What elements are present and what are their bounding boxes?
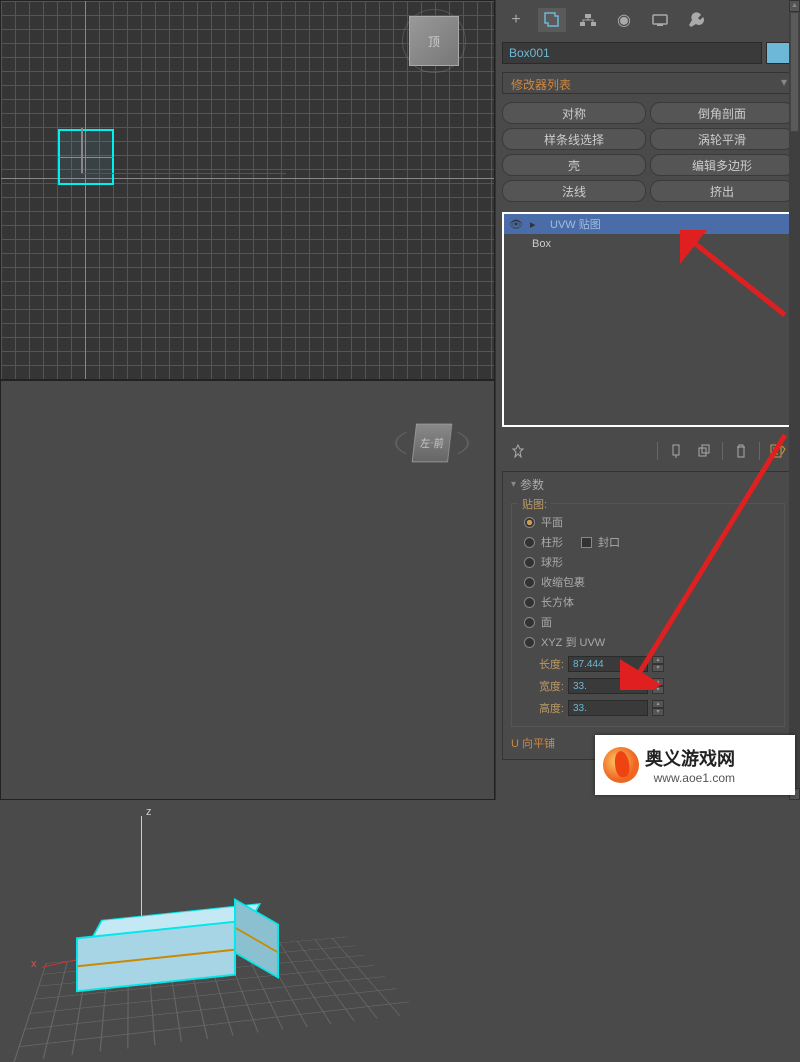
tab-display-icon[interactable] [646,8,674,32]
visibility-toggle-icon[interactable]: 👁 [508,218,524,231]
selected-box-3d[interactable] [76,921,256,1011]
expand-arrow-icon[interactable]: ▸ [530,218,540,231]
preset-symmetry[interactable]: 对称 [502,102,646,124]
tab-modify-icon[interactable] [538,8,566,32]
param-length: 长度: 87.444 ▴▾ [524,654,776,674]
radio-planar[interactable]: 平面 [524,512,776,532]
preset-shell[interactable]: 壳 [502,154,646,176]
stack-toolbar [500,435,796,467]
scroll-thumb[interactable] [790,12,799,132]
object-name-input[interactable] [502,42,762,64]
modifier-list-dropdown[interactable]: 修改器列表 [502,72,794,94]
axis-vertical [85,1,86,379]
radio-cylindrical[interactable]: 柱形封口 [524,532,776,552]
cap-checkbox[interactable] [581,537,592,548]
radio-xyz-uvw[interactable]: XYZ 到 UVW [524,632,776,652]
stack-item-box[interactable]: Box [504,234,792,254]
viewcube-top[interactable]: 顶 [409,16,459,66]
watermark-logo-icon [603,747,639,783]
mapping-fieldset: 贴图: 平面 柱形封口 球形 收缩包裹 长方体 面 XYZ 到 UVW 长度: … [511,503,785,727]
panel-tabs: + ◉ [500,4,796,40]
scroll-up-icon[interactable]: ▲ [789,0,800,12]
width-spinner-buttons[interactable]: ▴▾ [652,678,664,694]
tab-motion-icon[interactable]: ◉ [610,8,638,32]
radio-box[interactable]: 长方体 [524,592,776,612]
height-spinner[interactable]: 33. [568,700,648,716]
stack-item-label: Box [508,238,551,250]
make-unique-icon[interactable] [694,441,714,461]
show-end-result-icon[interactable] [666,441,686,461]
watermark: 奥义游戏网 www.aoe1.com [595,735,795,795]
length-spinner-buttons[interactable]: ▴▾ [652,656,664,672]
radio-spherical[interactable]: 球形 [524,552,776,572]
height-spinner-buttons[interactable]: ▴▾ [652,700,664,716]
viewport-perspective[interactable]: xz 左·前 [0,380,495,800]
radio-face[interactable]: 面 [524,612,776,632]
panel-scrollbar[interactable]: ▲ ▼ [789,0,800,800]
tab-create-icon[interactable]: + [502,8,530,32]
remove-modifier-icon[interactable] [731,441,751,461]
scroll-track[interactable] [789,12,800,788]
selected-box-top[interactable] [58,129,114,185]
width-spinner[interactable]: 33. [568,678,648,694]
object-name-row [500,40,796,66]
preset-edit-poly[interactable]: 编辑多边形 [650,154,794,176]
preset-extrude[interactable]: 挤出 [650,180,794,202]
preset-spline-select[interactable]: 样条线选择 [502,128,646,150]
watermark-title: 奥义游戏网 [645,745,735,771]
viewcube-persp[interactable]: 左·前 [405,416,459,470]
preset-bevel-profile[interactable]: 倒角剖面 [650,102,794,124]
radio-shrinkwrap[interactable]: 收缩包裹 [524,572,776,592]
stack-item-label: UVW 贴图 [546,216,601,232]
fieldset-label: 贴图: [518,496,551,512]
modifier-stack[interactable]: 👁 ▸ UVW 贴图 Box [502,212,794,427]
parameters-rollout: 参数 贴图: 平面 柱形封口 球形 收缩包裹 长方体 面 XYZ 到 UVW 长… [502,471,794,760]
configure-sets-icon[interactable] [768,441,788,461]
watermark-url: www.aoe1.com [654,771,735,785]
preset-normal[interactable]: 法线 [502,180,646,202]
pin-stack-icon[interactable] [508,441,528,461]
viewports: 顶 xz 左·前 [0,0,495,800]
tab-utilities-icon[interactable] [682,8,710,32]
modifier-presets: 对称 倒角剖面 样条线选择 涡轮平滑 壳 编辑多边形 法线 挤出 [500,100,796,204]
preset-turbosmooth[interactable]: 涡轮平滑 [650,128,794,150]
length-spinner[interactable]: 87.444 [568,656,648,672]
rollout-header[interactable]: 参数 [503,472,793,497]
command-panel: + ◉ 修改器列表 对称 倒角剖面 样条线选择 涡轮平滑 壳 [495,0,800,800]
tab-hierarchy-icon[interactable] [574,8,602,32]
stack-item-uvw-map[interactable]: 👁 ▸ UVW 贴图 [504,214,792,234]
param-height: 高度: 33. ▴▾ [524,698,776,718]
param-width: 宽度: 33. ▴▾ [524,676,776,696]
viewport-top-ortho[interactable]: 顶 [0,0,495,380]
